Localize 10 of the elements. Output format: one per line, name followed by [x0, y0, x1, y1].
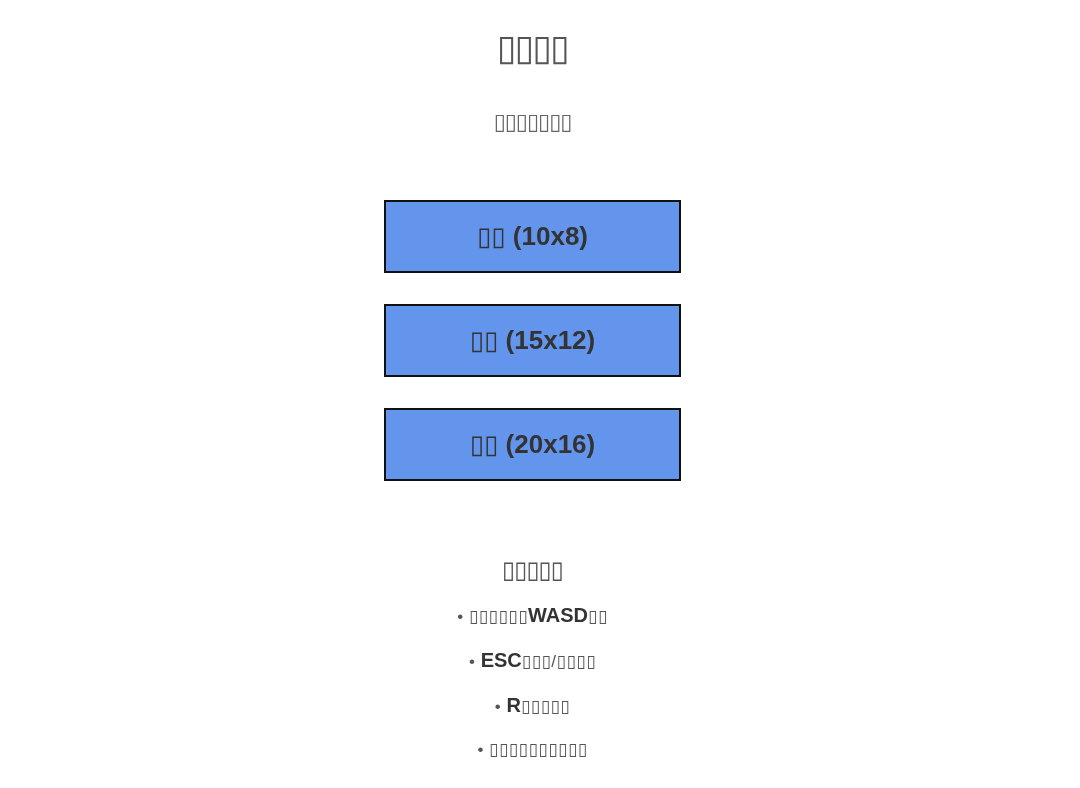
controls-list-item: • ▯▯▯▯▯▯▯▯▯▯: [477, 739, 588, 761]
difficulty-button[interactable]: ▯▯ (15x12): [384, 304, 681, 377]
controls-list-item: • R▯▯▯▯▯: [494, 693, 571, 717]
difficulty-button[interactable]: ▯▯ (10x8): [384, 200, 681, 273]
controls-list-item: • ▯▯▯▯▯▯WASD▯▯: [457, 603, 608, 627]
page-title: ▯▯▯▯: [496, 26, 569, 70]
difficulty-button[interactable]: ▯▯ (20x16): [384, 408, 681, 481]
subtitle-text: ▯▯▯▯▯▯▯: [493, 110, 572, 134]
controls-heading: ▯▯▯▯▯: [501, 555, 563, 585]
controls-list-item: • ESC▯▯▯/▯▯▯▯: [469, 648, 596, 672]
